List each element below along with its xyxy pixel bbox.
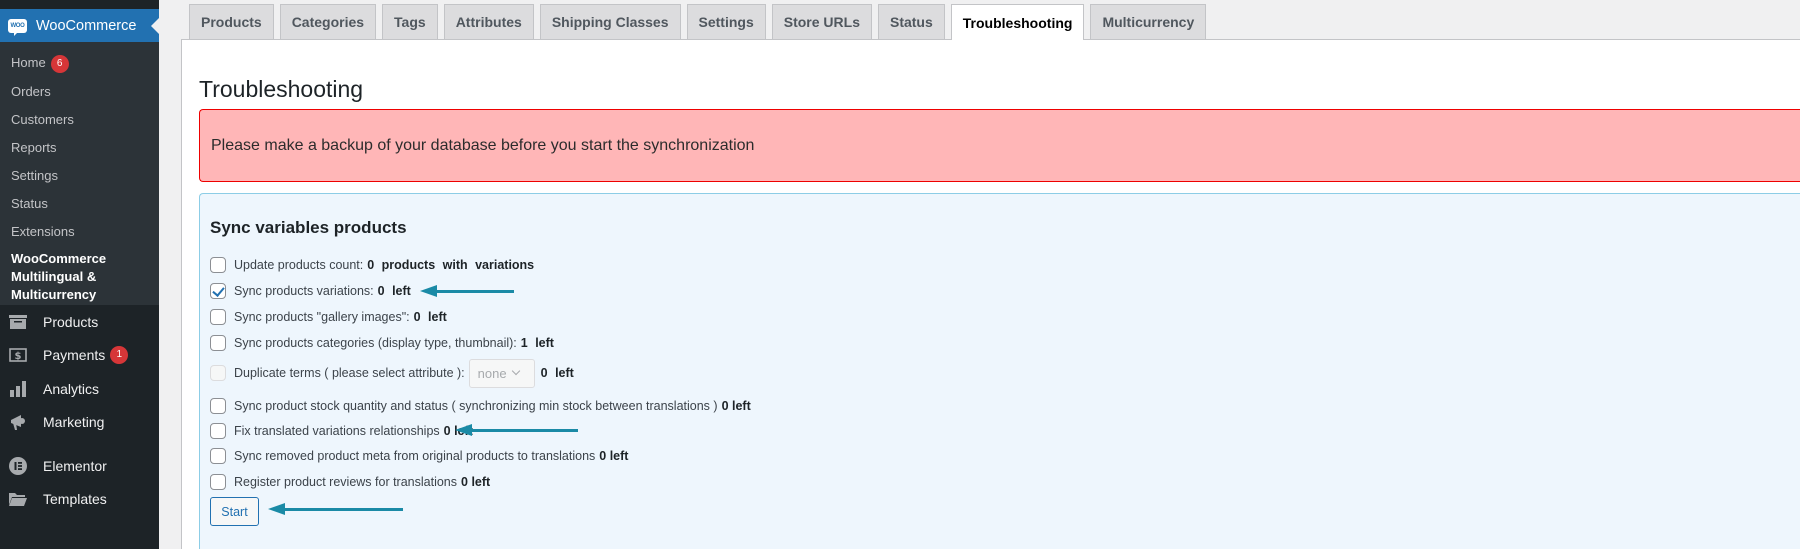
sync-option-duplicate-terms: Duplicate terms ( please select attribut… [210,358,574,388]
checkbox[interactable] [210,423,226,439]
dollar-icon: $ [8,345,28,365]
woocommerce-logo-icon: WOO [8,18,27,36]
checkbox[interactable] [210,398,226,414]
sidebar-item-label: Payments [43,347,106,363]
megaphone-icon [8,412,28,432]
home-notification-badge: 6 [50,55,69,73]
alert-text: Please make a backup of your database be… [211,136,755,154]
sidebar-item-elementor[interactable]: Elementor [0,449,159,483]
option-label: Sync products variations: [234,284,374,298]
tab-categories[interactable]: Categories [279,4,377,39]
option-count: 0 left [413,310,447,324]
option-label: Sync product stock quantity and status (… [234,399,718,413]
tab-attributes[interactable]: Attributes [443,4,534,39]
elementor-icon [8,456,28,476]
current-menu-pointer-icon [151,18,159,34]
sidebar-item-payments[interactable]: $ Payments 1 [0,338,159,372]
option-label: Duplicate terms ( please select attribut… [234,366,465,380]
option-count: 0 left [540,366,574,380]
annotation-arrow-icon [455,424,578,436]
option-count: 0 left [599,449,629,463]
submenu-item-reports[interactable]: Reports [11,140,57,155]
admin-sidebar: WOO WooCommerce Home 6 Orders Customers R… [0,0,159,549]
sync-option-register-reviews[interactable]: Register product reviews for translation… [210,473,490,491]
sidebar-item-marketing[interactable]: Marketing [0,405,159,439]
option-label: Sync removed product meta from original … [234,449,596,463]
submenu-item-wcml[interactable]: WooCommerce Multilingual & Multicurrency [11,250,151,304]
svg-text:$: $ [15,351,22,362]
submenu-item-home[interactable]: Home 6 [11,55,69,73]
tab-settings[interactable]: Settings [686,4,766,39]
sidebar-item-products[interactable]: Products [0,305,159,339]
sidebar-item-label: Products [43,314,99,330]
option-label: Update products count: [234,258,364,272]
sync-heading: Sync variables products [210,218,407,237]
tab-tags[interactable]: Tags [382,4,438,39]
start-button[interactable]: Start [210,497,259,526]
tab-troubleshooting[interactable]: Troubleshooting [950,4,1085,40]
wcml-tabs: Products Categories Tags Attributes Ship… [189,4,1212,40]
attribute-select: none [468,358,535,388]
sidebar-item-label: Marketing [43,414,105,430]
submenu-item-settings[interactable]: Settings [11,168,58,183]
sidebar-item-label: Elementor [43,458,107,474]
tab-products[interactable]: Products [189,4,274,39]
sidebar-item-analytics[interactable]: Analytics [0,372,159,406]
attribute-select-value: none [477,365,507,381]
sync-option-stock-quantity[interactable]: Sync product stock quantity and status (… [210,397,751,415]
tab-shipping-classes[interactable]: Shipping Classes [539,4,681,39]
sidebar-item-woocommerce[interactable]: WOO WooCommerce [0,9,159,42]
page-title: Troubleshooting [199,76,364,102]
checkbox-disabled [210,365,226,381]
tab-status[interactable]: Status [877,4,945,39]
checkbox[interactable] [210,335,226,351]
sync-option-products-categories[interactable]: Sync products categories (display type, … [210,334,554,352]
option-label: Sync products categories (display type, … [234,336,517,350]
option-count: 1 left [520,336,554,350]
submenu-item-orders[interactable]: Orders [11,84,51,99]
woocommerce-submenu: Home 6 Orders Customers Reports Settings … [0,42,159,305]
sync-option-gallery-images[interactable]: Sync products "gallery images": 0 left [210,308,447,326]
annotation-arrow-icon [420,285,514,297]
checkbox-checked[interactable] [210,283,226,299]
option-count: 0 products with variations [367,258,535,272]
archive-icon [8,312,28,332]
option-label: Sync products "gallery images": [234,310,410,324]
payments-notification-badge: 1 [110,346,129,364]
sync-option-removed-product-meta[interactable]: Sync removed product meta from original … [210,447,628,465]
tab-multicurrency[interactable]: Multicurrency [1090,4,1207,39]
sync-option-products-variations[interactable]: Sync products variations: 0 left [210,282,411,300]
checkbox[interactable] [210,309,226,325]
option-label: Register product reviews for translation… [234,475,458,489]
folder-icon [8,489,28,509]
option-count: 0 left [721,399,751,413]
submenu-item-status[interactable]: Status [11,196,48,211]
sidebar-item-label: Templates [43,491,107,507]
submenu-item-customers[interactable]: Customers [11,112,74,127]
sidebar-item-templates[interactable]: Templates [0,482,159,516]
option-label: Fix translated variations relationships [234,424,440,438]
checkbox[interactable] [210,474,226,490]
sync-option-fix-variations-relationships[interactable]: Fix translated variations relationships … [210,422,473,440]
submenu-item-extensions[interactable]: Extensions [11,224,75,239]
sidebar-item-label: Analytics [43,381,100,397]
annotation-arrow-icon [268,503,403,515]
sync-option-update-products-count[interactable]: Update products count: 0 products with v… [210,256,534,274]
bar-chart-icon [8,379,28,399]
option-count: 0 left [377,284,411,298]
chevron-down-icon [511,366,520,376]
checkbox[interactable] [210,448,226,464]
woocommerce-label: WooCommerce [36,17,137,34]
option-count: 0 left [461,475,491,489]
checkbox[interactable] [210,257,226,273]
backup-warning-alert: Please make a backup of your database be… [199,109,1800,182]
tab-store-urls[interactable]: Store URLs [771,4,872,39]
